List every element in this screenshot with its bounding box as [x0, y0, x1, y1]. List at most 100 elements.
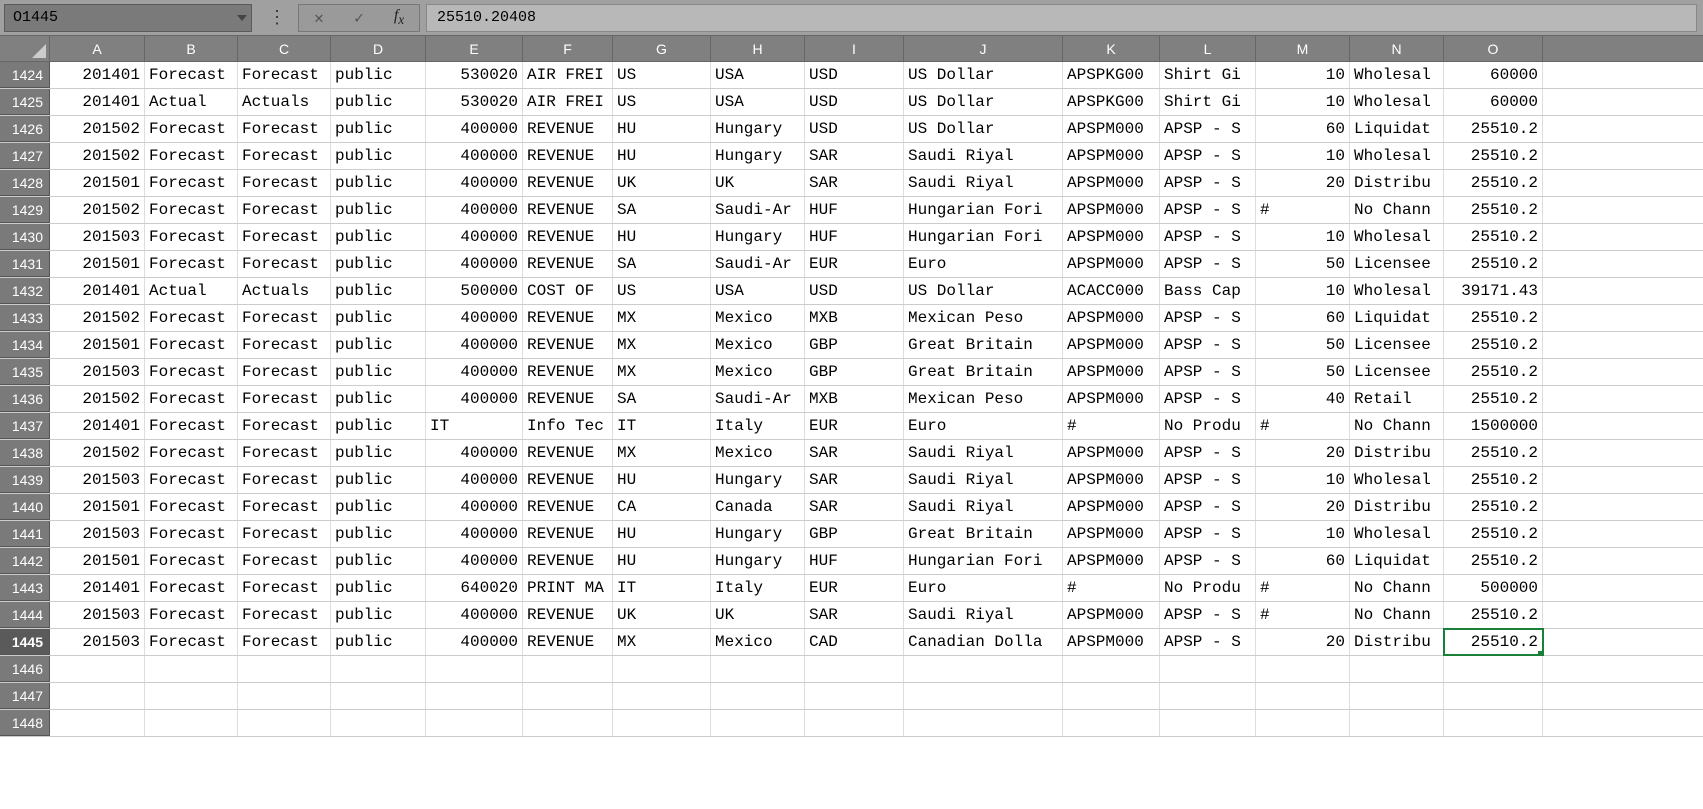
cell[interactable]: Forecast — [145, 116, 238, 142]
cell[interactable]: APSPM000 — [1063, 170, 1160, 196]
cell[interactable]: HUF — [805, 548, 904, 574]
cell[interactable]: 201503 — [50, 359, 145, 385]
cell[interactable]: USD — [805, 116, 904, 142]
cell[interactable]: REVENUE — [523, 251, 613, 277]
cell[interactable]: Saudi-Ar — [711, 251, 805, 277]
cell[interactable]: 201502 — [50, 143, 145, 169]
cell[interactable]: HU — [613, 143, 711, 169]
cell[interactable]: public — [331, 629, 426, 655]
cell[interactable]: Forecast — [238, 467, 331, 493]
cell[interactable]: Saudi-Ar — [711, 386, 805, 412]
cell[interactable]: Hungary — [711, 224, 805, 250]
cell[interactable]: Forecast — [238, 251, 331, 277]
cell[interactable]: 201502 — [50, 440, 145, 466]
cell[interactable]: 201401 — [50, 278, 145, 304]
cell[interactable]: Forecast — [238, 116, 331, 142]
cell[interactable]: APSPM000 — [1063, 548, 1160, 574]
cell[interactable]: public — [331, 305, 426, 331]
cell[interactable] — [1160, 710, 1256, 736]
cell[interactable]: Forecast — [238, 602, 331, 628]
cell[interactable]: Forecast — [238, 440, 331, 466]
cell[interactable]: 400000 — [426, 602, 523, 628]
cell[interactable]: APSP - S — [1160, 116, 1256, 142]
cell[interactable] — [1444, 656, 1543, 682]
cell[interactable]: Euro — [904, 575, 1063, 601]
cell[interactable]: # — [1256, 602, 1350, 628]
cell[interactable] — [1350, 656, 1444, 682]
cell[interactable]: Forecast — [145, 224, 238, 250]
cell[interactable]: US — [613, 89, 711, 115]
cell[interactable] — [426, 683, 523, 709]
cell[interactable] — [805, 656, 904, 682]
cell[interactable]: Actual — [145, 89, 238, 115]
cell[interactable]: 25510.2 — [1444, 170, 1543, 196]
cell[interactable]: public — [331, 89, 426, 115]
cell[interactable]: Saudi Riyal — [904, 602, 1063, 628]
cell[interactable]: AIR FREI — [523, 89, 613, 115]
cell[interactable]: Hungarian Fori — [904, 197, 1063, 223]
cell[interactable]: public — [331, 413, 426, 439]
cell[interactable]: 400000 — [426, 332, 523, 358]
cell[interactable]: Forecast — [145, 386, 238, 412]
cell[interactable]: Forecast — [145, 629, 238, 655]
cell[interactable]: REVENUE — [523, 170, 613, 196]
cell[interactable]: REVENUE — [523, 629, 613, 655]
cell[interactable]: 201503 — [50, 467, 145, 493]
cell[interactable]: 201501 — [50, 170, 145, 196]
cell[interactable]: Mexico — [711, 305, 805, 331]
cell[interactable]: 400000 — [426, 467, 523, 493]
cell[interactable]: public — [331, 62, 426, 88]
cell[interactable]: 25510.2 — [1444, 197, 1543, 223]
cell[interactable] — [904, 710, 1063, 736]
row-header[interactable]: 1425 — [0, 89, 50, 115]
cell[interactable]: 50 — [1256, 359, 1350, 385]
row-header[interactable]: 1430 — [0, 224, 50, 250]
column-header-L[interactable]: L — [1160, 36, 1256, 61]
cell[interactable]: 60 — [1256, 116, 1350, 142]
cell[interactable]: 500000 — [1444, 575, 1543, 601]
cell[interactable] — [1444, 710, 1543, 736]
cell[interactable]: APSP - S — [1160, 521, 1256, 547]
row-header[interactable]: 1442 — [0, 548, 50, 574]
name-box-dropdown-icon[interactable] — [237, 15, 247, 21]
cell[interactable]: US — [613, 278, 711, 304]
cell[interactable]: 201401 — [50, 575, 145, 601]
cell[interactable]: Forecast — [238, 197, 331, 223]
cell[interactable]: 25510.2 — [1444, 224, 1543, 250]
cell[interactable] — [904, 656, 1063, 682]
cell[interactable]: public — [331, 170, 426, 196]
cell[interactable]: APSP - S — [1160, 332, 1256, 358]
cell[interactable] — [1063, 656, 1160, 682]
row-header[interactable]: 1437 — [0, 413, 50, 439]
cell[interactable]: Great Britain — [904, 521, 1063, 547]
cell[interactable]: Forecast — [145, 197, 238, 223]
cell[interactable]: REVENUE — [523, 386, 613, 412]
column-header-C[interactable]: C — [238, 36, 331, 61]
column-header-O[interactable]: O — [1444, 36, 1543, 61]
cell[interactable]: 60000 — [1444, 62, 1543, 88]
cell[interactable]: 400000 — [426, 386, 523, 412]
cell[interactable]: 500000 — [426, 278, 523, 304]
cell[interactable] — [1256, 656, 1350, 682]
cell[interactable]: Liquidat — [1350, 305, 1444, 331]
cell[interactable]: 201503 — [50, 521, 145, 547]
cell[interactable]: public — [331, 359, 426, 385]
cell[interactable]: 1500000 — [1444, 413, 1543, 439]
cell[interactable]: Euro — [904, 413, 1063, 439]
column-header-M[interactable]: M — [1256, 36, 1350, 61]
cell[interactable]: APSPM000 — [1063, 494, 1160, 520]
cell[interactable]: 400000 — [426, 197, 523, 223]
cell[interactable]: Saudi Riyal — [904, 440, 1063, 466]
row-header[interactable]: 1443 — [0, 575, 50, 601]
cell[interactable]: 25510.2 — [1444, 143, 1543, 169]
cell[interactable]: CAD — [805, 629, 904, 655]
cell[interactable] — [1063, 683, 1160, 709]
cell[interactable]: 25510.2 — [1444, 494, 1543, 520]
row-header[interactable]: 1424 — [0, 62, 50, 88]
cell[interactable]: Forecast — [238, 575, 331, 601]
cell[interactable]: Distribu — [1350, 629, 1444, 655]
cell[interactable]: 20 — [1256, 494, 1350, 520]
cell[interactable]: 201502 — [50, 116, 145, 142]
cell[interactable]: 400000 — [426, 143, 523, 169]
row-header[interactable]: 1432 — [0, 278, 50, 304]
